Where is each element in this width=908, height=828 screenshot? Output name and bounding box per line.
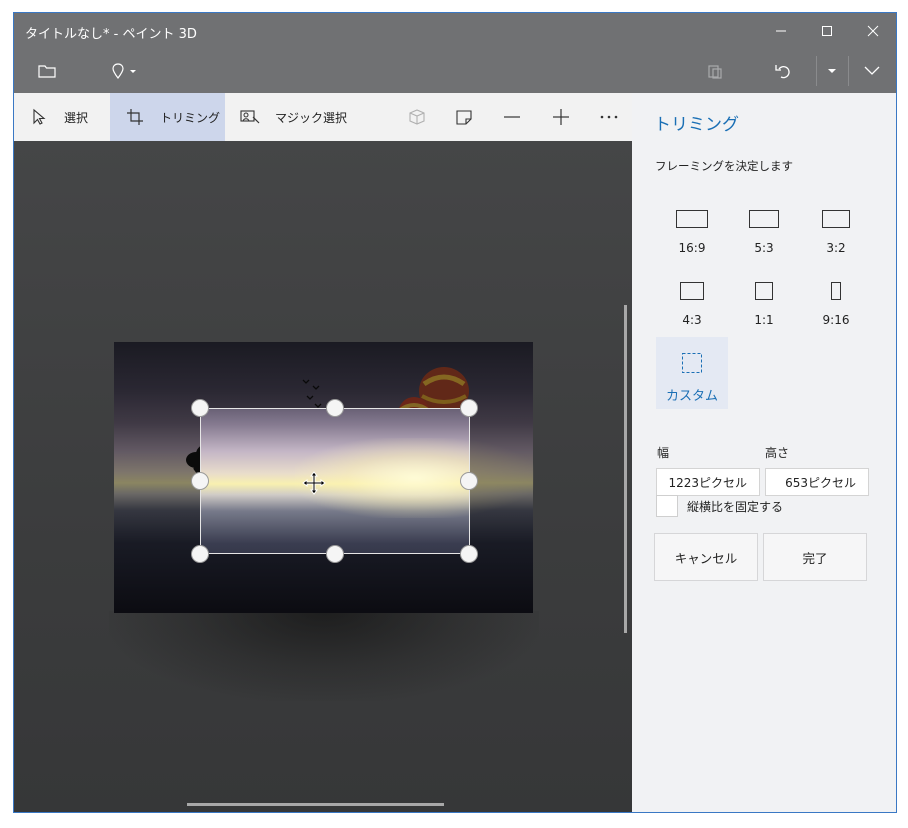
expand-button[interactable] [854,48,890,93]
crop-handle-bottom[interactable] [326,545,344,563]
command-bar [14,48,896,93]
sticker-icon [456,110,472,125]
crop-handle-bottom-right[interactable] [460,545,478,563]
zoom-out-icon [504,116,520,118]
zoom-out-button[interactable] [492,93,532,141]
dropdown-icon [828,68,836,73]
select-tool[interactable]: 選択 [14,93,110,141]
location-button[interactable] [104,48,144,93]
undo-icon [775,64,790,78]
panel-title: トリミング [654,115,739,135]
width-input[interactable]: 1223ピクセル [656,468,760,496]
done-button[interactable]: 完了 [763,533,867,581]
menu-button[interactable] [32,48,62,93]
3d-view-icon [409,109,425,125]
vertical-scrollbar[interactable] [624,305,627,633]
more-button[interactable] [589,93,629,141]
crop-handle-top[interactable] [326,399,344,417]
panel-subtitle: フレーミングを決定します [655,159,793,173]
crop-panel: トリミング フレーミングを決定します 16:9 5:3 3:2 4:3 1:1 … [632,93,896,812]
3d-view-button[interactable] [397,93,437,141]
close-button[interactable] [850,13,896,48]
location-pin-icon [112,62,136,79]
lock-aspect-checkbox[interactable] [656,495,678,517]
undo-button[interactable] [768,48,798,93]
drawing-canvas[interactable] [14,141,632,812]
crop-handle-top-right[interactable] [460,399,478,417]
more-icon [600,115,618,119]
cancel-button[interactable]: キャンセル [654,533,758,581]
paste-button[interactable] [700,48,730,93]
title-bar: タイトルなし* - ペイント 3D [14,13,896,48]
maximize-icon [822,25,832,36]
crop-icon [124,106,146,128]
minimize-icon [776,30,786,31]
horizontal-scrollbar[interactable] [187,803,444,806]
select-tool-label: 選択 [64,110,89,125]
expand-icon [864,66,880,75]
close-icon [867,25,879,36]
ratio-3-2-icon [822,210,850,228]
ratio-9-16[interactable]: 9:16 [800,265,872,337]
move-cursor-icon [302,471,326,495]
cursor-arrow-icon [28,106,50,128]
crop-handle-top-left[interactable] [191,399,209,417]
ratio-9-16-icon [831,282,841,300]
ratio-4-3[interactable]: 4:3 [656,265,728,337]
crop-handle-bottom-left[interactable] [191,545,209,563]
width-label: 幅 [657,446,670,460]
maximize-button[interactable] [804,13,850,48]
minimize-button[interactable] [758,13,804,48]
history-dropdown-button[interactable] [820,48,844,93]
sticker-button[interactable] [444,93,484,141]
zoom-in-button[interactable] [541,93,581,141]
crop-handle-left[interactable] [191,472,209,490]
height-input[interactable]: 653ピクセル [765,468,869,496]
paint3d-window: タイトルなし* - ペイント 3D 選択 トリミング マジック選択 トリミング … [13,12,897,813]
window-title: タイトルなし* - ペイント 3D [25,27,197,42]
ratio-16-9-icon [676,210,708,228]
ratio-1-1[interactable]: 1:1 [728,265,800,337]
crop-handle-right[interactable] [460,472,478,490]
magic-select-tool-label: マジック選択 [275,110,348,125]
ratio-3-2[interactable]: 3:2 [800,193,872,265]
image-shadow [109,611,539,701]
ratio-1-1-icon [755,282,773,300]
folder-icon [38,64,56,78]
height-label: 高さ [765,446,790,460]
crop-tool[interactable]: トリミング [110,93,225,141]
magic-select-icon [239,106,261,128]
paste-icon [708,64,722,79]
ratio-4-3-icon [680,282,704,300]
crop-toolbar: 選択 トリミング マジック選択 [14,93,632,141]
zoom-in-icon [553,109,569,125]
ratio-5-3[interactable]: 5:3 [728,193,800,265]
crop-tool-label: トリミング [160,110,221,125]
magic-select-tool[interactable]: マジック選択 [225,93,355,141]
crop-selection[interactable] [200,408,470,554]
ratio-custom[interactable]: カスタム [656,337,728,409]
ratio-5-3-icon [749,210,779,228]
ratio-custom-icon [682,353,702,373]
lock-aspect-label: 縦横比を固定する [687,500,784,514]
ratio-16-9[interactable]: 16:9 [656,193,728,265]
